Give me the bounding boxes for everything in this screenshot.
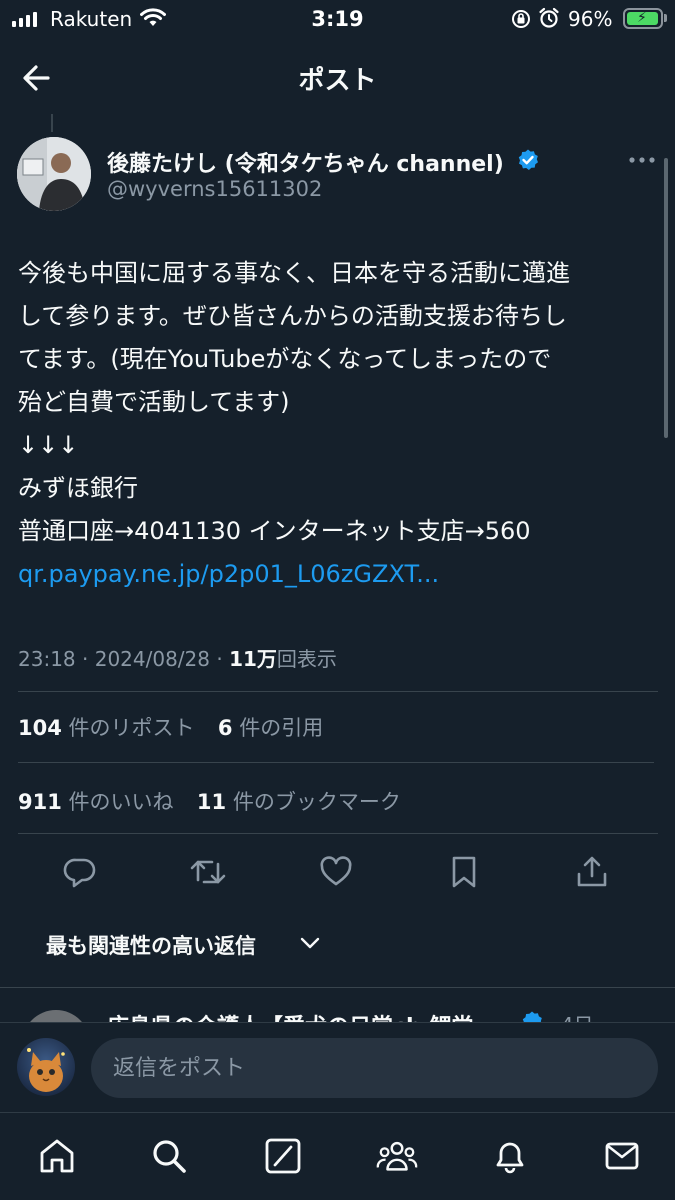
battery-tip [664, 14, 667, 22]
divider [18, 691, 658, 692]
reply-sort-dropdown[interactable]: 最も関連性の高い返信 [46, 930, 256, 960]
current-user-avatar[interactable] [17, 1038, 75, 1096]
reply-author-name[interactable]: 広島県の介護人【愛犬の日常ch 鯉党 [107, 1009, 473, 1022]
more-options-icon[interactable] [628, 150, 656, 170]
bookmark-button[interactable] [444, 852, 484, 892]
post-line: てます。(現在YouTubeがなくなってしまったので [18, 345, 552, 373]
alarm-icon [539, 7, 559, 28]
post-line: 普通口座→4041130 インターネット支店→560 [18, 517, 531, 545]
reposts-stat[interactable]: 104 件のリポスト [18, 716, 195, 740]
reply-button[interactable] [60, 852, 100, 892]
reply-item[interactable]: 広島県の介護人【愛犬の日常ch 鯉党 · 4日 [0, 990, 675, 1022]
notifications-icon [496, 1142, 524, 1174]
paypay-link[interactable]: qr.paypay.ne.jp/p2p01_L06zGZXT... [18, 553, 658, 596]
likes-stat[interactable]: 911 件のいいね [18, 790, 174, 814]
divider [0, 987, 675, 988]
tab-search[interactable] [148, 1135, 190, 1177]
likes-count: 911 [18, 790, 62, 814]
communities-icon [376, 1141, 418, 1171]
views-count: 11万 [229, 647, 277, 671]
repost-button[interactable] [188, 852, 228, 892]
separator-dot: · [82, 647, 95, 671]
tab-messages[interactable] [601, 1135, 643, 1177]
search-icon [153, 1140, 186, 1173]
status-bar: Rakuten 3:19 96% ⚡ [0, 0, 675, 40]
reply-input[interactable] [91, 1038, 658, 1098]
bottom-tab-bar [0, 1112, 675, 1200]
like-button[interactable] [316, 852, 356, 892]
post-timestamp: 23:18 · 2024/08/28 · 11万回表示 [18, 643, 337, 672]
verified-badge-icon [518, 149, 538, 170]
repost-icon [190, 860, 226, 884]
quotes-count: 6 [217, 716, 233, 740]
bookmarks-count: 11 [196, 790, 227, 814]
tab-grok[interactable] [262, 1135, 304, 1177]
post-text: 今後も中国に屈する事なく、日本を守る活動に邁進 して参ります。ぜひ皆さんからの活… [18, 252, 658, 596]
rotation-lock-icon [512, 10, 530, 28]
likes-label: 件のいいね [68, 790, 174, 814]
separator-dot: · [216, 647, 230, 671]
home-icon [40, 1139, 74, 1173]
bookmark-icon [452, 856, 476, 888]
page-title: ポスト [298, 66, 377, 96]
tab-notifications[interactable] [489, 1135, 531, 1177]
quotes-label: 件の引用 [239, 716, 324, 740]
bookmarks-label: 件のブックマーク [232, 790, 401, 814]
tab-communities[interactable] [376, 1135, 418, 1177]
thread-connector [51, 114, 53, 132]
reply-icon [63, 858, 96, 888]
messages-icon [605, 1142, 639, 1170]
engagement-stats-row-2: 911 件のいいね 11 件のブックマーク [18, 786, 401, 816]
post-date: 2024/08/28 [94, 647, 210, 671]
like-icon [320, 856, 352, 886]
divider [18, 833, 658, 834]
battery-percent: 96% [568, 7, 613, 31]
author-avatar[interactable] [17, 137, 91, 211]
bookmarks-stat[interactable]: 11 件のブックマーク [197, 790, 401, 814]
quotes-stat[interactable]: 6 件の引用 [218, 716, 323, 740]
post-line: ↓↓↓ [18, 431, 79, 459]
battery-icon: ⚡ [623, 8, 663, 29]
share-button[interactable] [572, 852, 612, 892]
scrollbar[interactable] [664, 158, 668, 438]
reposts-count: 104 [18, 716, 62, 740]
divider [18, 762, 654, 763]
reply-time: · 4日 [548, 1009, 593, 1022]
author-name[interactable]: 後藤たけし (令和タケちゃん channel) [107, 146, 504, 178]
chevron-down-icon[interactable] [298, 933, 322, 953]
verified-badge-icon [522, 1011, 542, 1022]
views-label: 回表示 [276, 647, 337, 671]
post-line: 今後も中国に屈する事なく、日本を守る活動に邁進 [18, 259, 570, 287]
share-icon [577, 856, 607, 887]
grok-icon [265, 1138, 301, 1174]
reply-time-value: 4日 [561, 1013, 594, 1022]
author-handle[interactable]: @wyverns15611302 [107, 177, 322, 201]
post-time: 23:18 [18, 647, 76, 671]
reply-avatar[interactable] [22, 1010, 90, 1022]
reposts-label: 件のリポスト [68, 716, 195, 740]
engagement-stats-row-1: 104 件のリポスト 6 件の引用 [18, 712, 323, 742]
post-line: みずほ銀行 [18, 474, 138, 502]
post-line: 殆ど自費で活動してます) [18, 388, 290, 416]
tab-home[interactable] [36, 1135, 78, 1177]
post-line: して参ります。ぜひ皆さんからの活動支援お待ちし [18, 302, 567, 330]
